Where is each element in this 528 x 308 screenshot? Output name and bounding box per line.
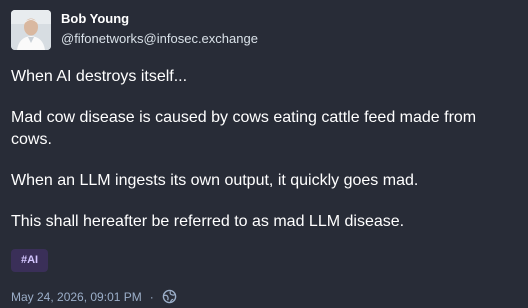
post-timestamp[interactable]: May 24, 2026, 09:01 PM (11, 290, 142, 304)
meta-separator: · (149, 289, 154, 304)
account-handle[interactable]: @fifonetworks@infosec.exchange (61, 31, 258, 47)
hashtag-link[interactable]: #AI (11, 249, 49, 272)
avatar-image (11, 10, 51, 50)
post-paragraph-3: When an LLM ingests its own output, it q… (11, 172, 419, 189)
post-header: Bob Young @fifonetworks@infosec.exchange (11, 10, 517, 50)
author-names: Bob Young @fifonetworks@infosec.exchange (61, 10, 258, 47)
status-post: Bob Young @fifonetworks@infosec.exchange… (0, 0, 528, 308)
post-paragraph-2: Mad cow disease is caused by cows eating… (11, 109, 477, 148)
display-name[interactable]: Bob Young (61, 11, 258, 27)
avatar[interactable] (11, 10, 51, 50)
post-meta: May 24, 2026, 09:01 PM · (11, 289, 177, 304)
globe-icon (162, 289, 177, 304)
post-paragraph-1: When AI destroys itself... (11, 68, 188, 85)
post-content: When AI destroys itself... Mad cow disea… (11, 66, 517, 233)
post-paragraph-4: This shall hereafter be referred to as m… (11, 213, 405, 230)
